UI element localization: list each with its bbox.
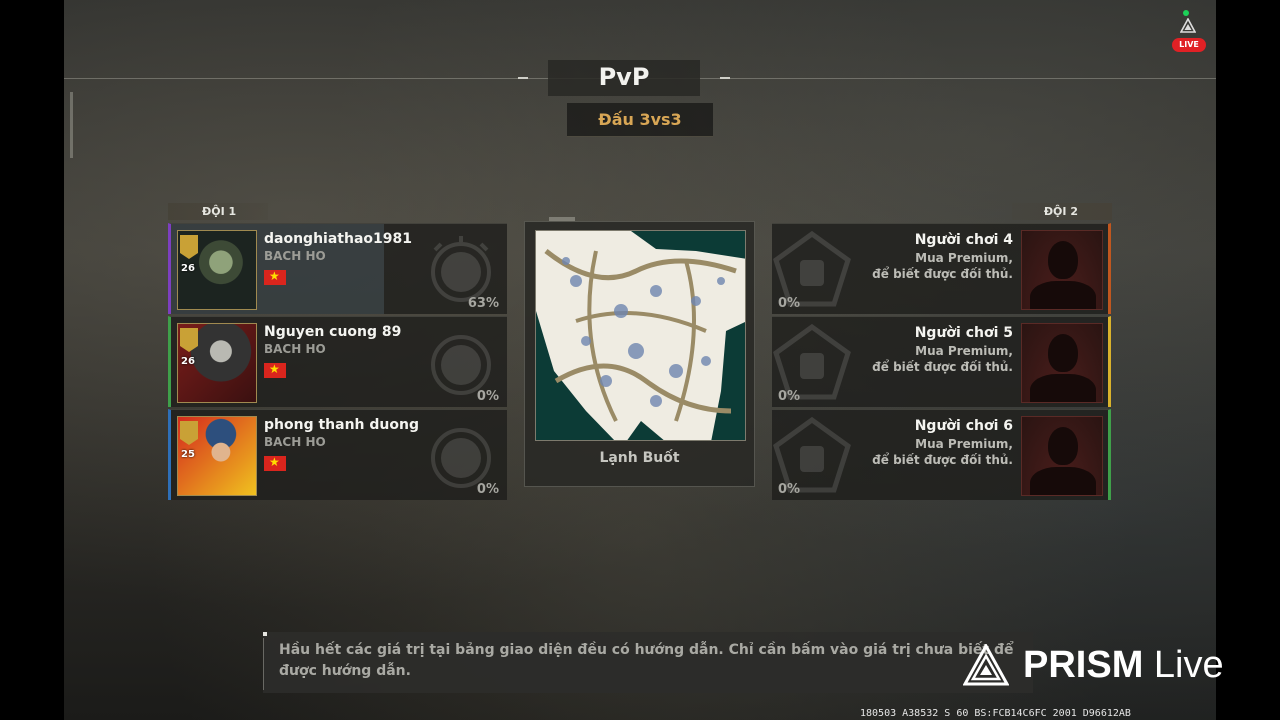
debug-info: 180503 A38532 S 60 BS:FCB14C6FC 2001 D96… [860, 708, 1131, 719]
premium-prompt[interactable]: Mua Premium, để biết được đối thủ. [872, 343, 1013, 375]
map-panel-tab [549, 217, 575, 221]
player-clan: BACH HO [264, 435, 326, 449]
live-pill: LIVE [1172, 38, 1206, 52]
loading-percent: 0% [778, 389, 801, 404]
live-indicator: LIVE [1170, 10, 1206, 52]
premium-prompt[interactable]: Mua Premium, để biết được đối thủ. [872, 436, 1013, 468]
player-name[interactable]: phong thanh duong [264, 417, 419, 433]
player-name[interactable]: Nguyen cuong 89 [264, 324, 401, 340]
team-2-slot-2[interactable]: Người chơi 5 Mua Premium, để biết được đ… [772, 316, 1111, 407]
vietnam-flag-icon: ★ [264, 362, 286, 378]
unknown-player-avatar [1021, 323, 1103, 403]
prism-triangle-icon [1180, 18, 1196, 33]
scroll-indicator [70, 92, 73, 158]
player-clan: BACH HO [264, 342, 326, 356]
player-name: Người chơi 4 [914, 232, 1013, 248]
player-name: Người chơi 6 [914, 418, 1013, 434]
live-status-dot [1183, 10, 1189, 16]
tutorial-hint: Hầu hết các giá trị tại bảng giao diện đ… [263, 632, 1033, 693]
player-name: Người chơi 5 [914, 325, 1013, 341]
premium-line-1: Mua Premium, [915, 251, 1013, 265]
rank-level: 26 [181, 263, 195, 274]
loading-percent: 0% [778, 482, 801, 497]
team-1-slot-3[interactable]: 25 phong thanh duong BACH HO ★ 0% [168, 409, 507, 500]
premium-prompt[interactable]: Mua Premium, để biết được đối thủ. [872, 250, 1013, 282]
snow-map-icon [536, 231, 745, 440]
team-2-slot-1[interactable]: Người chơi 4 Mua Premium, để biết được đ… [772, 223, 1111, 314]
premium-line-2: để biết được đối thủ. [872, 267, 1013, 281]
rank-badge-icon [180, 328, 198, 352]
player-clan: BACH HO [264, 249, 326, 263]
premium-line-1: Mua Premium, [915, 344, 1013, 358]
mode-selector[interactable]: Đấu 3vs3 [567, 103, 713, 137]
prism-live-watermark: PRISM Live [963, 642, 1224, 688]
premium-line-2: để biết được đối thủ. [872, 360, 1013, 374]
vietnam-flag-icon: ★ [264, 269, 286, 285]
map-preview[interactable] [535, 230, 746, 441]
rank-level: 25 [181, 449, 195, 460]
player-avatar[interactable]: 26 [177, 230, 257, 310]
brand-bold: PRISM [1023, 643, 1144, 686]
rank-badge-icon [180, 421, 198, 445]
page-title: PvP [518, 60, 730, 96]
team-2-label: ĐỘI 2 [1012, 203, 1112, 220]
team-1-label: ĐỘI 1 [168, 203, 268, 220]
rank-level: 26 [181, 356, 195, 367]
unknown-player-avatar [1021, 416, 1103, 496]
loading-percent: 0% [476, 482, 499, 497]
prism-logo-icon [963, 644, 1009, 686]
brand-light: Live [1153, 643, 1224, 686]
premium-line-2: để biết được đối thủ. [872, 453, 1013, 467]
loading-percent: 0% [476, 389, 499, 404]
team-1-slot-2[interactable]: 26 Nguyen cuong 89 BACH HO ★ 0% [168, 316, 507, 407]
unknown-player-avatar [1021, 230, 1103, 310]
loading-percent: 0% [778, 296, 801, 311]
premium-line-1: Mua Premium, [915, 437, 1013, 451]
player-name[interactable]: daonghiathao1981 [264, 231, 412, 247]
rank-badge-icon [180, 235, 198, 259]
team-2-slot-3[interactable]: Người chơi 6 Mua Premium, để biết được đ… [772, 409, 1111, 500]
player-avatar[interactable]: 26 [177, 323, 257, 403]
loading-percent: 63% [467, 296, 499, 311]
team-1-slot-1[interactable]: 26 daonghiathao1981 BACH HO ★ 63% [168, 223, 507, 314]
player-avatar[interactable]: 25 [177, 416, 257, 496]
map-panel[interactable]: Lạnh Buốt [524, 217, 755, 487]
map-name: Lạnh Buốt [599, 450, 680, 466]
vietnam-flag-icon: ★ [264, 455, 286, 471]
